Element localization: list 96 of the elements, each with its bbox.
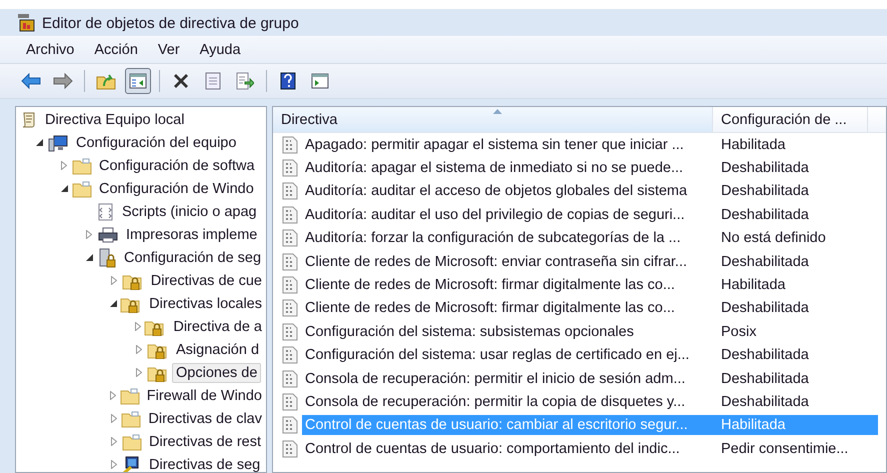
menu-item[interactable]: Ayuda <box>190 42 251 58</box>
show-tree-button[interactable] <box>125 68 151 94</box>
expand-icon[interactable] <box>108 458 120 470</box>
export-list-icon <box>236 72 254 90</box>
forward-arrow-icon <box>53 73 73 89</box>
policy-cell[interactable]: Auditoría: forzar la configuración de subcategorías de la ... <box>302 228 715 248</box>
menu-item[interactable]: Ver <box>148 42 190 58</box>
policy-cell[interactable]: Cliente de redes de Microsoft: enviar contraseña sin cifrar... <box>302 252 715 272</box>
tree-item[interactable]: Scripts (inicio o apag <box>118 202 261 222</box>
back-arrow-icon <box>21 73 41 89</box>
policy-cell[interactable]: Configuración del sistema: subsistemas opcionales <box>302 322 715 342</box>
tree-item[interactable]: Opciones de <box>172 362 262 382</box>
tree-item[interactable]: Firewall de Windo <box>142 386 266 406</box>
policy-cell[interactable]: Auditoría: apagar el sistema de inmediato si no se puede... <box>302 158 715 178</box>
policy-icon <box>281 370 299 388</box>
tree-item[interactable]: Asignación d <box>172 340 264 360</box>
folder-icon <box>120 386 140 404</box>
tree-item[interactable]: Directiva Equipo local <box>41 110 188 130</box>
tree-item[interactable]: Directivas de seg <box>145 454 264 472</box>
tree-item[interactable]: Impresoras impleme <box>122 224 262 244</box>
tree-item[interactable]: Directivas de clav <box>144 408 266 428</box>
script-icon <box>97 202 115 220</box>
setting-cell-text: Posix <box>720 322 758 342</box>
policy-cell[interactable]: Configuración del sistema: usar reglas de certificado en ej... <box>302 345 715 366</box>
policy-cell[interactable]: Control de cuentas de usuario: comportamiento del indic... <box>302 438 715 459</box>
expand-icon[interactable] <box>108 436 120 448</box>
policy-icon <box>281 440 299 458</box>
setting-cell-text: Pedir consentimie... <box>720 440 850 459</box>
server-lock-icon <box>97 248 117 268</box>
folder-icon <box>121 410 142 428</box>
policy-cell[interactable]: Cliente de redes de Microsoft: firmar digitalmente las co... <box>302 298 715 318</box>
policy-cell[interactable]: Auditoría: auditar el uso del privilegio de copias de seguri... <box>302 204 715 225</box>
policy-icon <box>281 276 299 294</box>
sort-arrow-icon <box>492 109 502 114</box>
menu-item[interactable]: Acción <box>84 42 148 58</box>
folder-icon <box>122 432 142 450</box>
menu-item[interactable]: Archivo <box>16 42 84 58</box>
policy-cell[interactable]: Auditoría: auditar el acceso de objetos globales del sistema <box>302 181 715 202</box>
setting-cell-text: Deshabilitada <box>720 346 810 366</box>
help-icon <box>280 72 296 90</box>
column-header[interactable]: Directiva <box>273 107 713 132</box>
setting-cell-text: No está definido <box>720 229 827 248</box>
printer-icon <box>97 226 119 244</box>
policy-icon <box>281 182 299 200</box>
collapse-icon[interactable] <box>108 298 118 310</box>
setting-cell-text: Deshabilitada <box>720 252 810 272</box>
expand-icon[interactable] <box>133 366 145 378</box>
tree-item[interactable]: Directivas de cue <box>146 270 266 290</box>
expand-icon[interactable] <box>108 390 118 402</box>
expand-icon[interactable] <box>108 274 120 286</box>
expand-icon[interactable] <box>133 344 145 356</box>
policy-icon <box>281 229 299 248</box>
setting-cell-text: Deshabilitada <box>720 159 810 178</box>
policy-icon <box>281 416 299 434</box>
expand-icon[interactable] <box>83 228 95 240</box>
column-header[interactable]: Configuración de ... <box>713 107 868 132</box>
setting-cell-text: Deshabilitada <box>720 299 810 318</box>
policy-icon <box>281 206 299 224</box>
tree-item[interactable]: Directivas de rest <box>145 432 266 452</box>
expand-icon[interactable] <box>133 320 142 332</box>
window-panel-icon <box>311 73 329 89</box>
policy-icon <box>281 322 299 341</box>
setting-cell-text: Deshabilitada <box>720 206 810 225</box>
setting-cell-text: Deshabilitada <box>720 392 810 412</box>
policy-icon <box>281 136 299 154</box>
setting-cell-text: Habilitada <box>720 136 786 155</box>
computer-icon <box>47 134 69 152</box>
folder-up-icon <box>96 72 116 90</box>
policy-cell[interactable]: Consola de recuperación: permitir el inicio de sesión adm... <box>302 368 715 389</box>
tree-item[interactable]: Configuración de softwa <box>95 156 259 176</box>
tree-item[interactable]: Configuración de Windo <box>95 178 258 198</box>
delete-icon <box>172 72 190 90</box>
setting-cell-text: Deshabilitada <box>720 370 810 389</box>
policy-icon <box>281 299 299 318</box>
properties-icon <box>205 72 221 90</box>
tree-item[interactable]: Directivas locales <box>145 294 266 314</box>
setting-cell-text: Deshabilitada <box>720 182 810 202</box>
policy-icon <box>281 346 299 364</box>
folder-icon <box>72 156 92 174</box>
policy-icon <box>281 159 299 178</box>
window-title: Editor de objetos de directiva de grupo <box>42 15 299 32</box>
expand-icon[interactable] <box>108 412 120 424</box>
policy-cell[interactable]: Consola de recuperación: permitir la copia de disquetes y... <box>302 392 715 412</box>
folder-icon <box>72 180 92 198</box>
show-tree-icon <box>129 73 147 89</box>
policy-cell[interactable]: Apagado: permitir apagar el sistema sin tener que iniciar ... <box>302 134 715 155</box>
expand-icon[interactable] <box>58 160 70 172</box>
tree-item[interactable]: Configuración del equipo <box>72 132 240 152</box>
app-icon <box>16 12 36 32</box>
policy-icon <box>281 252 299 271</box>
setting-cell-text: Habilitada <box>720 276 786 296</box>
tree-item[interactable]: Directiva de a <box>169 316 266 336</box>
policy-cell[interactable]: Cliente de redes de Microsoft: firmar digitalmente las co... <box>302 275 715 296</box>
tree-item[interactable]: Configuración de seg <box>120 248 266 268</box>
policy-icon <box>281 392 299 411</box>
setting-cell: Habilitada <box>715 415 878 436</box>
